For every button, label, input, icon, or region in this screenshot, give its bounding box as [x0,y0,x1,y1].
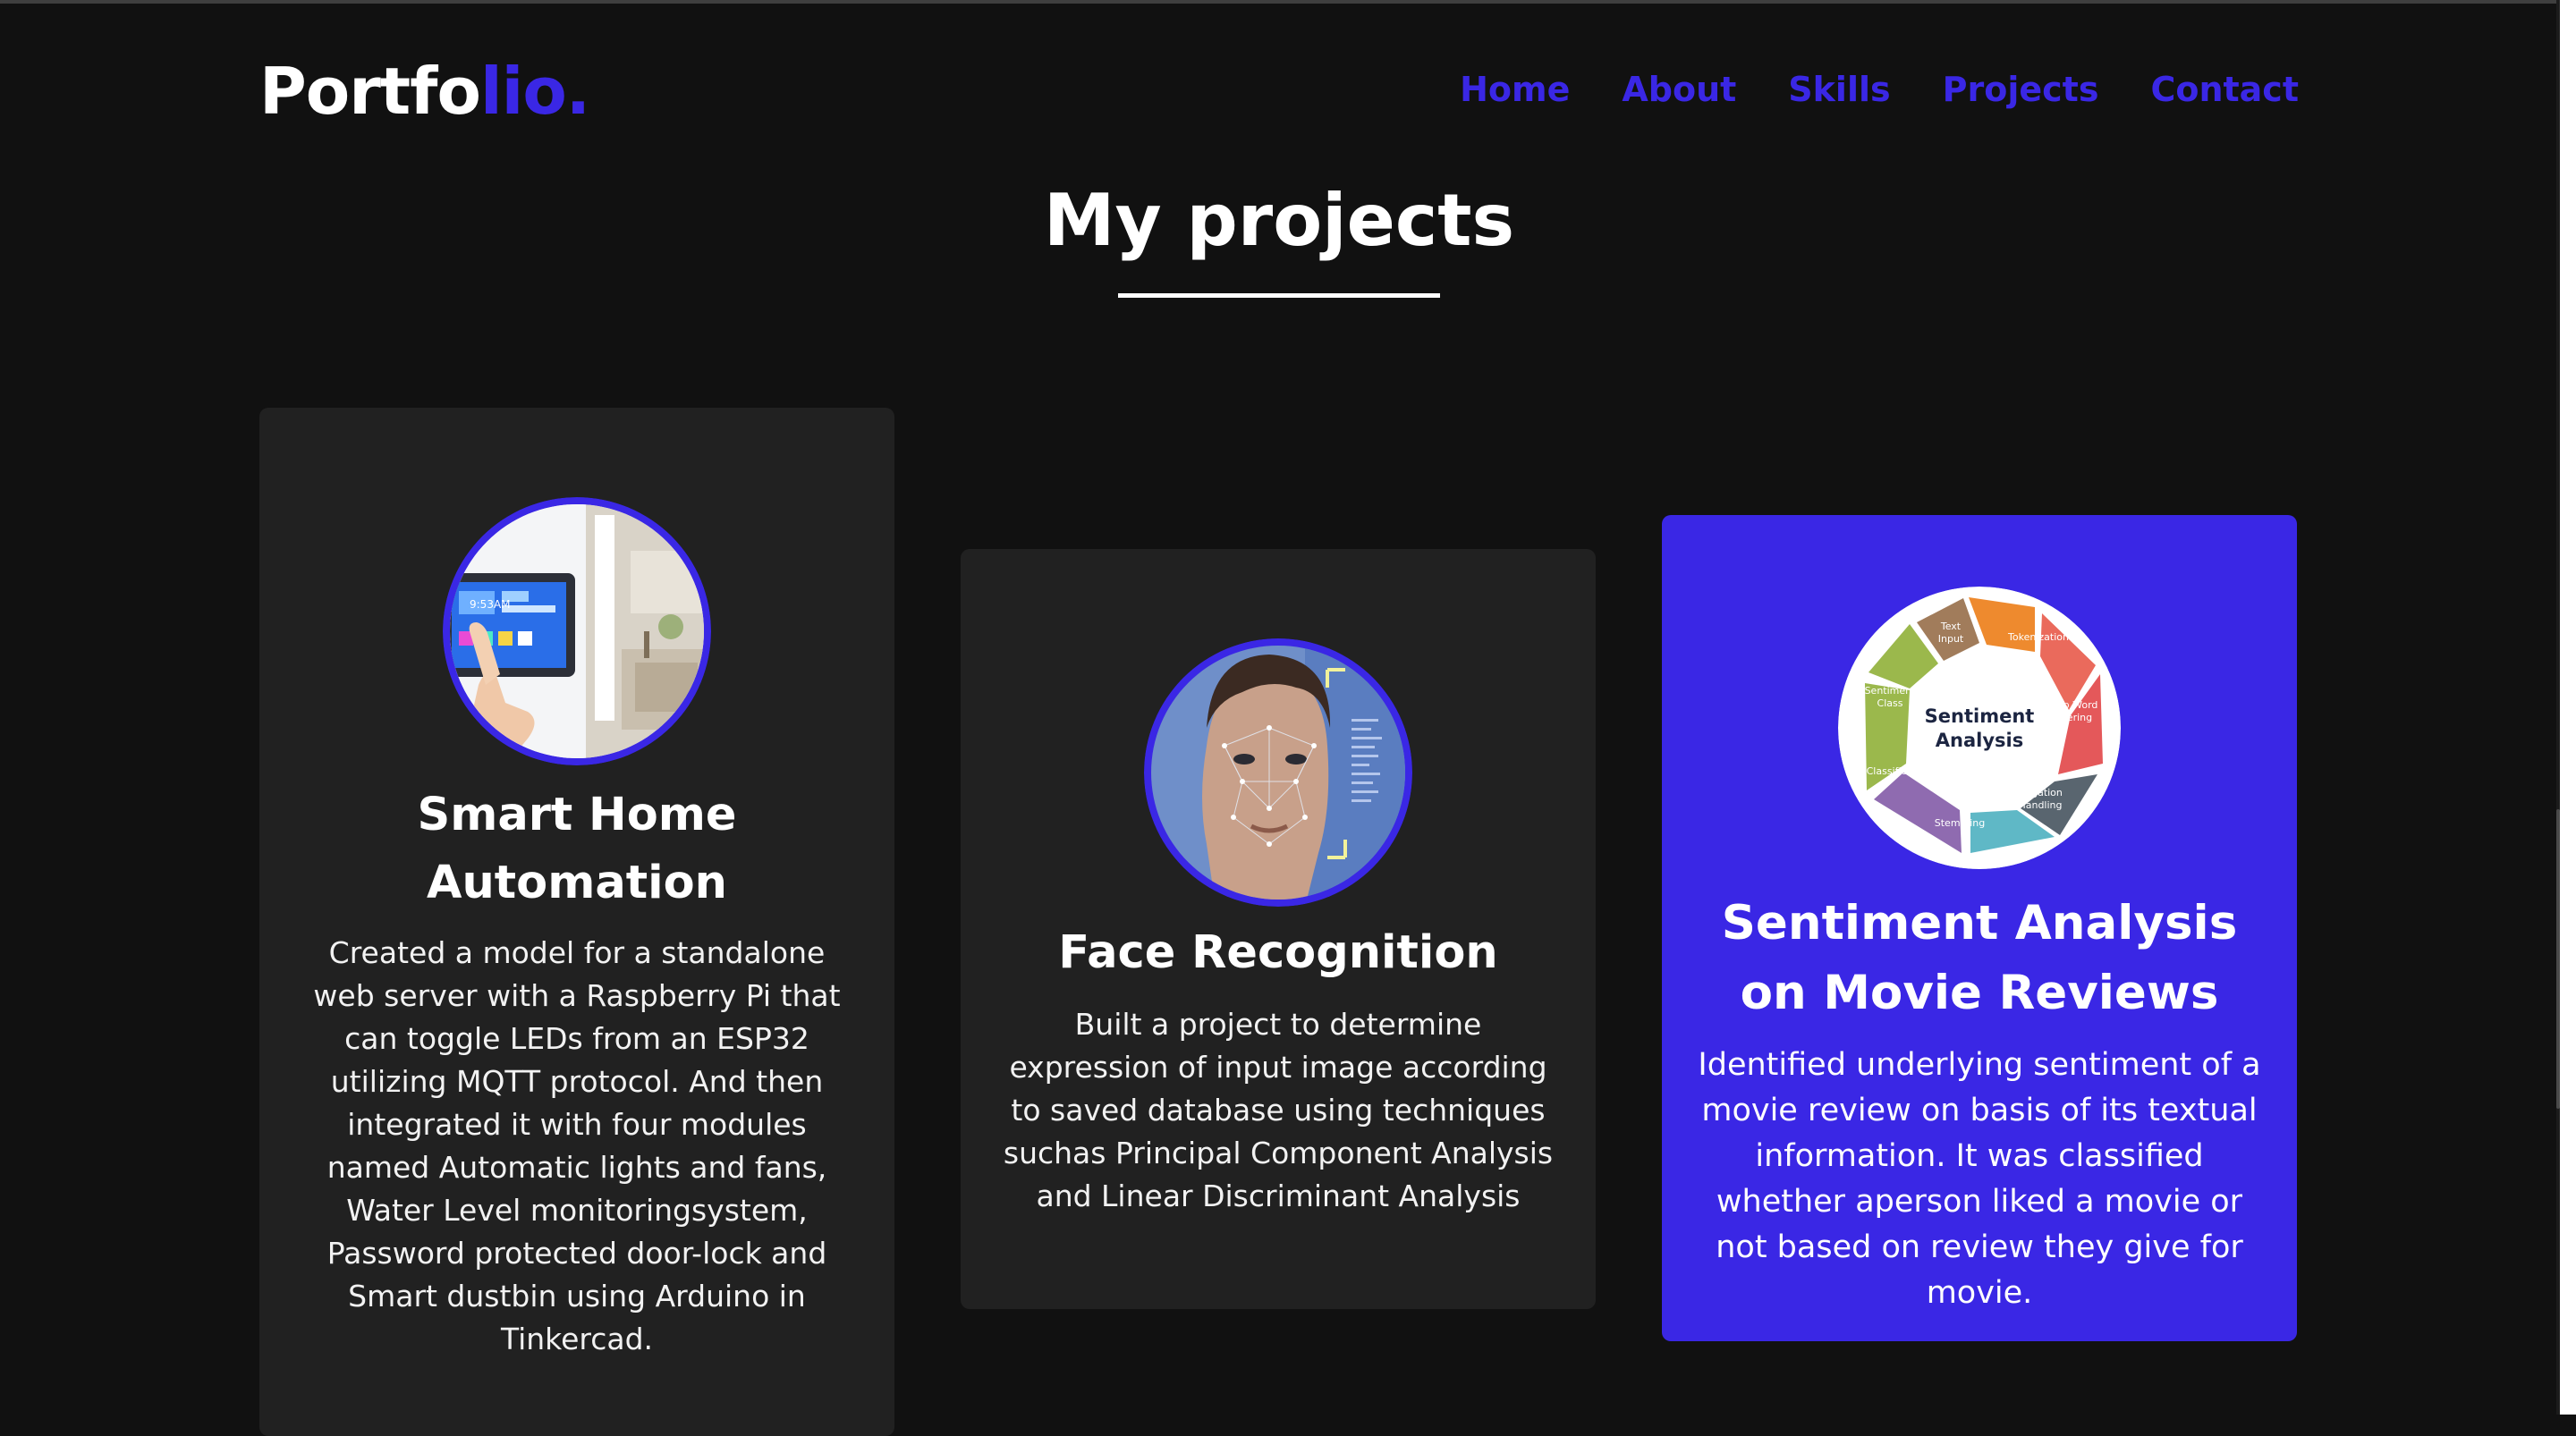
seg-stemming: Stemming [1935,817,1986,829]
brand-logo-main: Portfo [259,54,481,129]
brand-logo-accent: lio. [479,54,590,129]
project-card-sentiment-analysis[interactable]: Sentiment Analysis Text Input Tokenizati… [1662,515,2297,1341]
sentiment-center-line1: Sentiment [1925,705,2035,727]
nav-home[interactable]: Home [1460,70,1570,109]
seg-stop-word-1: Stop Word [2047,699,2098,711]
seg-stop-word-2: Filtering [2053,712,2092,723]
sentiment-center-line2: Analysis [1936,730,2023,751]
project-card-face-recognition[interactable]: Face Recognition Built a project to dete… [961,549,1596,1309]
seg-text-input-1: Text [1940,621,1962,632]
window-top-border [0,0,2576,4]
nav-contact[interactable]: Contact [2150,70,2299,109]
project-image-face-recognition [1144,638,1412,907]
project-image-smart-home: 9:53AM [443,497,711,765]
seg-sentiment-class-2: Class [1877,697,1903,709]
brand-logo[interactable]: Portfolio. [259,54,590,129]
project-description-face-recognition: Built a project to determine expression … [1003,1007,1554,1213]
main-nav: Home About Skills Projects Contact [1460,70,2299,109]
project-card-smart-home[interactable]: 9:53AM Smart Home Automation Created a m… [259,408,894,1436]
nav-projects[interactable]: Projects [1943,70,2099,109]
project-title-sentiment-analysis: Sentiment Analysis on Movie Reviews [1721,896,2238,1020]
seg-classification: Classification [1867,765,1932,777]
seg-tokenization: Tokenization [2007,631,2069,643]
project-title-face-recognition: Face Recognition [1058,926,1498,979]
project-description-sentiment-analysis: Identified underlying sentiment of a mov… [1698,1047,2261,1311]
window-edge [2560,0,2576,1415]
section-title: My projects [1043,179,1515,262]
seg-negation-1: Negation [2018,787,2063,798]
nav-about[interactable]: About [1622,70,1736,109]
tablet-screen-text: 9:53AM [470,598,511,611]
seg-text-input-2: Input [1938,633,1964,645]
seg-sentiment-class-1: Sentiment [1865,685,1917,697]
project-title-smart-home: Smart Home Automation [417,789,737,909]
project-description-smart-home: Created a model for a standalone web ser… [313,935,841,1356]
seg-negation-2: Handling [2018,799,2062,811]
nav-skills[interactable]: Skills [1788,70,1890,109]
section-title-underline [1118,293,1440,298]
project-image-sentiment-analysis: Sentiment Analysis Text Input Tokenizati… [1838,587,2121,869]
